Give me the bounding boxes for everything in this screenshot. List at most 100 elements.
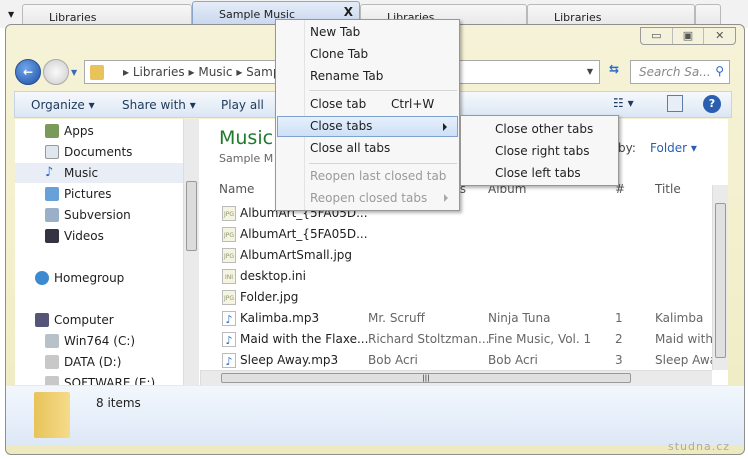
recent-pages-icon[interactable]: ▼: [71, 68, 77, 77]
menu-close-tab[interactable]: Close tab Ctrl+W: [277, 94, 458, 115]
details-pane: 8 items: [6, 386, 744, 446]
file-track-number: 3: [615, 353, 623, 367]
column-header-name[interactable]: Name: [219, 182, 254, 196]
drive-icon: [45, 376, 59, 385]
audio-file-icon: ♪: [222, 353, 236, 368]
close-tab-icon[interactable]: X: [344, 5, 353, 19]
nav-item-documents[interactable]: Documents: [15, 142, 183, 162]
share-with-button[interactable]: Share with ▾: [122, 98, 196, 112]
address-dropdown-icon[interactable]: ▼: [587, 67, 593, 76]
file-row[interactable]: INI desktop.ini: [220, 266, 720, 286]
file-row[interactable]: JPG AlbumArt_{5FA05D...: [220, 224, 720, 244]
menu-separator: [309, 163, 457, 164]
minimize-button[interactable]: ▭: [641, 28, 673, 44]
file-name: desktop.ini: [240, 269, 306, 283]
arrange-by-dropdown[interactable]: Folder ▾: [650, 141, 697, 155]
breadcrumb-libraries[interactable]: Libraries: [133, 65, 185, 79]
watermark: studna.cz: [668, 440, 731, 453]
library-subtitle: Sample M: [219, 152, 274, 165]
hscroll-thumb[interactable]: |||: [221, 373, 631, 383]
arrange-by-label: by:: [618, 141, 636, 155]
folder-large-icon: [34, 392, 70, 438]
view-options-icon[interactable]: ☷ ▾: [613, 96, 634, 110]
file-scroll-thumb[interactable]: [715, 203, 726, 358]
nav-scroll-thumb[interactable]: [186, 181, 197, 251]
menu-clone-tab[interactable]: Clone Tab: [277, 44, 458, 65]
image-file-icon: JPG: [222, 290, 236, 305]
file-list-vscrollbar[interactable]: [712, 185, 728, 370]
file-album: Ninja Tuna: [488, 311, 551, 325]
file-artist: Bob Acri: [368, 353, 418, 367]
file-name: Kalimba.mp3: [240, 311, 320, 325]
search-placeholder: Search Sa...: [639, 65, 711, 79]
menu-close-left-tabs[interactable]: Close left tabs: [462, 163, 617, 184]
file-name: AlbumArt_{5FA05D...: [240, 227, 368, 241]
nav-item-videos[interactable]: Videos: [15, 226, 183, 246]
organize-button[interactable]: Organize ▾: [31, 98, 95, 112]
close-window-button[interactable]: ✕: [704, 28, 735, 44]
nav-item-subversion[interactable]: Subversion: [15, 205, 183, 225]
menu-close-tabs[interactable]: Close tabs: [277, 116, 458, 137]
library-icon: [45, 208, 59, 222]
audio-file-icon: ♪: [222, 311, 236, 326]
back-button[interactable]: ←: [15, 59, 41, 85]
breadcrumb-music[interactable]: Music: [198, 65, 232, 79]
breadcrumb-sep: ▸: [236, 65, 247, 79]
documents-icon: [45, 145, 59, 159]
file-row[interactable]: ♪ Maid with the Flaxe... Richard Stoltzm…: [220, 329, 720, 349]
file-row[interactable]: ♪ Sleep Away.mp3 Bob Acri Bob Acri 3 Sle…: [220, 350, 720, 370]
image-file-icon: JPG: [222, 227, 236, 242]
column-header-title[interactable]: Title: [655, 182, 681, 196]
menu-new-tab[interactable]: New Tab: [277, 22, 458, 43]
file-row[interactable]: JPG AlbumArtSmall.jpg: [220, 245, 720, 265]
nav-scrollbar[interactable]: [183, 119, 199, 385]
menu-close-all-tabs[interactable]: Close all tabs: [277, 138, 458, 159]
file-album: Fine Music, Vol. 1: [488, 332, 592, 346]
window-controls: ▭ ▣ ✕: [640, 27, 736, 45]
nav-item-music[interactable]: ♪ Music: [15, 163, 183, 183]
preview-pane-icon[interactable]: [667, 95, 683, 112]
play-all-button[interactable]: Play all: [221, 98, 264, 112]
menu-close-right-tabs[interactable]: Close right tabs: [462, 141, 617, 162]
file-name: Folder.jpg: [240, 290, 299, 304]
nav-item-homegroup[interactable]: Homegroup: [15, 268, 183, 288]
menu-rename-tab[interactable]: Rename Tab: [277, 66, 458, 87]
refresh-icon[interactable]: ⇆: [603, 62, 625, 82]
nav-item-pictures[interactable]: Pictures: [15, 184, 183, 204]
menu-close-other-tabs[interactable]: Close other tabs: [462, 119, 617, 140]
nav-item-drive-d[interactable]: DATA (D:): [15, 352, 183, 372]
file-row[interactable]: ♪ Kalimba.mp3 Mr. Scruff Ninja Tuna 1 Ka…: [220, 308, 720, 328]
file-name: Sleep Away.mp3: [240, 353, 339, 367]
nav-item-drive-e[interactable]: SOFTWARE (E:): [15, 373, 183, 385]
nav-item-computer[interactable]: Computer: [15, 310, 183, 330]
menu-reopen-last-closed: Reopen last closed tab: [310, 169, 447, 183]
file-artist: Mr. Scruff: [368, 311, 425, 325]
pictures-icon: [45, 187, 59, 201]
folder-icon: [90, 65, 104, 80]
nav-item-drive-c[interactable]: Win764 (C:): [15, 331, 183, 351]
drive-icon: [45, 334, 59, 348]
file-album: Bob Acri: [488, 353, 538, 367]
tab-label: Libraries: [554, 11, 602, 24]
maximize-button[interactable]: ▣: [673, 28, 705, 44]
menu-reopen-closed-tabs: Reopen closed tabs: [277, 188, 458, 209]
breadcrumb-sep: ▸: [188, 65, 199, 79]
file-track-number: 1: [615, 311, 623, 325]
tab-list-dropdown-icon[interactable]: ▼: [8, 10, 14, 19]
settings-file-icon: INI: [222, 269, 236, 284]
file-name: Maid with the Flaxe...: [240, 332, 369, 346]
file-row[interactable]: JPG Folder.jpg: [220, 287, 720, 307]
submenu-arrow-icon: [444, 194, 448, 202]
file-title: Maid with t: [655, 332, 712, 346]
file-list-hscrollbar[interactable]: |||: [200, 370, 712, 385]
search-icon[interactable]: ⚲: [715, 64, 724, 78]
nav-item-apps[interactable]: Apps: [15, 121, 183, 141]
computer-icon: [35, 313, 49, 327]
item-count: 8 items: [96, 396, 141, 410]
forward-button[interactable]: [43, 59, 69, 85]
help-icon[interactable]: ?: [703, 95, 721, 113]
navigation-pane: Apps Documents ♪ Music Pictures Subversio…: [15, 119, 200, 385]
file-track-number: 2: [615, 332, 623, 346]
tab-context-menu: New Tab Clone Tab Rename Tab Close tab Ct…: [275, 19, 460, 211]
search-input[interactable]: Search Sa... ⚲: [630, 60, 730, 84]
